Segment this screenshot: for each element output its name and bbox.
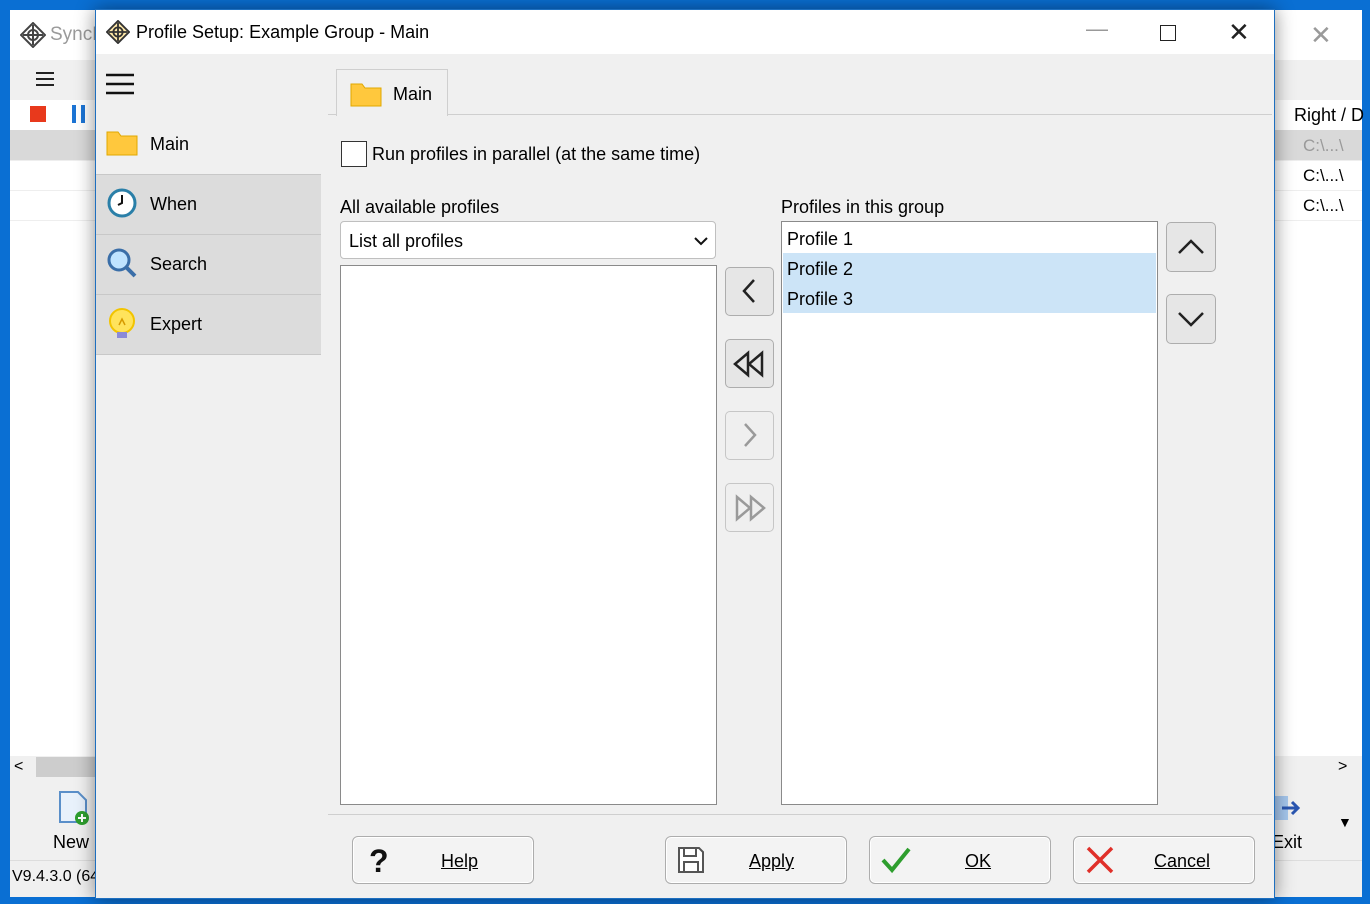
sidebar-item-label: When <box>150 194 198 214</box>
background-row-cell: C:\...\ <box>1303 166 1344 185</box>
run-parallel-label[interactable]: Run profiles in parallel (at the same ti… <box>372 144 700 165</box>
profile-setup-dialog: Profile Setup: Example Group - Main — ✕ … <box>95 9 1275 899</box>
scrollbar-thumb[interactable] <box>36 757 96 777</box>
sidebar-item-label: Search <box>150 254 208 274</box>
available-profiles-label: All available profiles <box>340 197 500 217</box>
move-right-button[interactable] <box>725 411 774 460</box>
close-icon[interactable]: ✕ <box>1228 17 1250 48</box>
background-row-cell: C:\...\ <box>1303 196 1344 215</box>
list-item-label: Profile 3 <box>787 289 854 309</box>
sidebar-item-search[interactable]: Search <box>96 235 321 295</box>
background-close-icon[interactable]: ✕ <box>1310 20 1332 51</box>
ok-button[interactable]: OK <box>869 836 1051 884</box>
move-all-left-button[interactable] <box>725 339 774 388</box>
chevron-down-icon <box>1178 312 1204 327</box>
chevron-up-icon <box>1178 239 1204 254</box>
checkmark-icon <box>880 844 912 881</box>
background-menu-icon[interactable] <box>34 68 56 95</box>
double-rewind-icon <box>733 350 764 378</box>
profile-filter-select[interactable]: List all profiles <box>340 221 716 259</box>
group-profiles-list[interactable]: Profile 1 Profile 2 Profile 3 <box>781 221 1158 805</box>
move-up-button[interactable] <box>1166 222 1216 272</box>
svg-text:?: ? <box>369 844 389 876</box>
list-item[interactable]: Profile 1 <box>783 223 1156 253</box>
dialog-title: Profile Setup: Example Group - Main <box>136 22 430 42</box>
red-x-icon <box>1084 844 1116 881</box>
chevron-right-icon <box>744 423 757 447</box>
apply-button-label: Apply <box>749 851 795 871</box>
sidebar-item-label: Main <box>150 134 190 154</box>
background-row-cell: C:\...\ <box>1303 136 1344 155</box>
apply-button[interactable]: Apply <box>665 836 847 884</box>
move-all-right-button[interactable] <box>725 483 774 532</box>
move-down-button[interactable] <box>1166 294 1216 344</box>
chevron-down-icon <box>693 232 709 253</box>
available-profiles-list[interactable] <box>340 265 717 805</box>
question-mark-icon: ? <box>363 843 393 881</box>
ok-button-label: OK <box>965 851 992 871</box>
sidebar-item-label: Expert <box>150 314 203 334</box>
cancel-button-label: Cancel <box>1154 851 1211 871</box>
magnifier-icon <box>106 247 138 284</box>
syncback-app-icon <box>105 19 131 49</box>
lightbulb-icon <box>106 307 138 346</box>
list-item-label: Profile 2 <box>787 259 854 279</box>
footer-divider <box>328 814 1272 815</box>
folder-icon <box>350 81 382 112</box>
scroll-right-icon[interactable]: > <box>1338 758 1347 776</box>
chevron-left-icon <box>742 279 755 303</box>
tab-label: Main <box>393 84 433 104</box>
sidebar-item-main[interactable]: Main <box>96 115 321 175</box>
version-text: V9.4.3.0 (64 <box>12 868 100 885</box>
list-item[interactable]: Profile 2 <box>783 253 1156 283</box>
cancel-button[interactable]: Cancel <box>1073 836 1255 884</box>
group-profiles-label: Profiles in this group <box>781 197 945 217</box>
profile-filter-value: List all profiles <box>349 231 464 251</box>
new-profile-icon[interactable] <box>58 790 90 831</box>
double-forward-icon <box>735 494 766 522</box>
background-column-header[interactable]: Right / D <box>1294 105 1364 126</box>
exit-icon[interactable] <box>1274 794 1302 827</box>
new-button-label[interactable]: New <box>53 832 89 853</box>
tab-main[interactable]: Main <box>336 69 448 116</box>
move-left-button[interactable] <box>725 267 774 316</box>
sidebar-item-when[interactable]: When <box>96 175 321 235</box>
help-button-label: Help <box>441 851 479 871</box>
help-button[interactable]: ? Help <box>352 836 534 884</box>
tab-strip-border <box>328 114 1272 115</box>
folder-icon <box>106 127 138 162</box>
stop-icon[interactable] <box>30 106 46 122</box>
clock-icon <box>106 187 138 224</box>
syncback-app-icon <box>19 21 47 53</box>
list-item[interactable]: Profile 3 <box>783 283 1156 313</box>
maximize-icon[interactable] <box>1160 25 1176 41</box>
dropdown-arrow-icon[interactable]: ▼ <box>1338 814 1352 830</box>
minimize-icon[interactable]: — <box>1086 16 1108 42</box>
sidebar-item-expert[interactable]: Expert <box>96 295 321 355</box>
pause-icon[interactable] <box>72 105 86 123</box>
save-disk-icon <box>676 844 706 881</box>
list-item-label: Profile 1 <box>787 229 854 249</box>
run-parallel-checkbox[interactable] <box>341 141 367 167</box>
exit-button-label[interactable]: Exit <box>1272 832 1302 853</box>
scroll-left-icon[interactable]: < <box>14 758 23 776</box>
hamburger-menu-icon[interactable] <box>106 72 134 101</box>
